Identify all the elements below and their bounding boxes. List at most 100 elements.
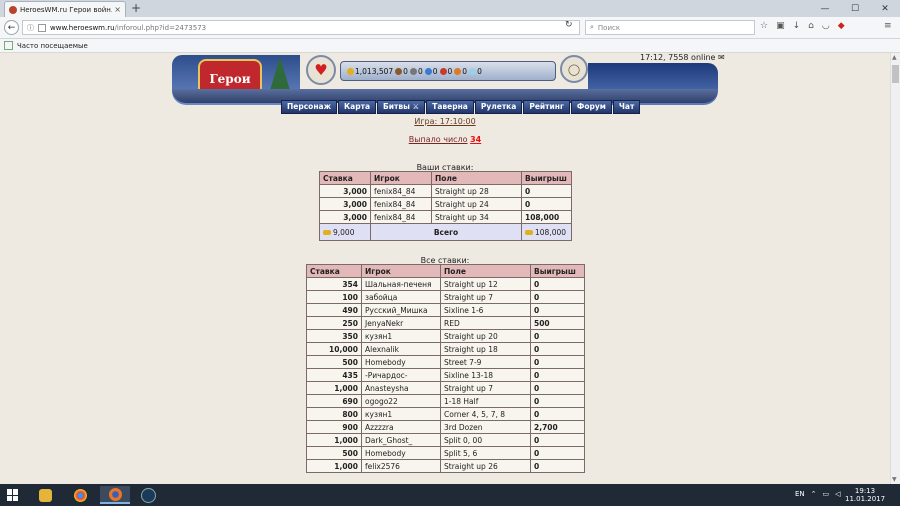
scrollbar-thumb[interactable] bbox=[892, 65, 899, 83]
clock-time: 19:13 bbox=[854, 487, 876, 495]
win-cell: 0 bbox=[521, 184, 572, 198]
table-row: 900 Azzzzra 3rd Dozen 2,700 bbox=[306, 420, 585, 434]
total-stake-cell: 9,000 bbox=[319, 223, 371, 241]
taskbar-chrome[interactable] bbox=[65, 486, 95, 504]
total-stake: 9,000 bbox=[333, 227, 355, 237]
resource-gem: 0 bbox=[477, 66, 482, 76]
player-cell[interactable]: Dark_Ghost_ bbox=[361, 433, 441, 447]
menu-character[interactable]: Персонаж bbox=[281, 100, 338, 114]
bookmark-star-icon[interactable]: ☆ bbox=[760, 21, 768, 31]
table-row: 1,000 felix2576 Straight up 26 0 bbox=[306, 459, 585, 473]
menu-chat[interactable]: Чат bbox=[612, 100, 641, 114]
win-cell: 0 bbox=[530, 381, 585, 395]
back-button[interactable]: ← bbox=[4, 20, 19, 35]
pocket-icon[interactable]: ◡ bbox=[822, 21, 830, 31]
ublock-icon[interactable]: ◆ bbox=[838, 21, 845, 31]
resource-sulfur: 0 bbox=[447, 66, 453, 76]
clipboard-icon[interactable]: ▣ bbox=[776, 21, 785, 31]
tab-title: HeroesWM.ru Герои войн… bbox=[20, 5, 113, 14]
gold-icon bbox=[347, 67, 354, 75]
language-indicator[interactable]: EN bbox=[795, 490, 805, 498]
taskbar-explorer[interactable] bbox=[30, 486, 60, 504]
home-icon[interactable]: ⌂ bbox=[808, 21, 814, 31]
url-bar[interactable]: ⓘ www.heroeswm.ru/inforoul.php?id=247357… bbox=[22, 20, 580, 35]
field-cell: Straight up 18 bbox=[440, 342, 531, 356]
gold-icon bbox=[323, 230, 331, 235]
menu-map[interactable]: Карта bbox=[338, 100, 377, 114]
player-cell[interactable]: felix2576 bbox=[361, 459, 441, 473]
close-tab-icon[interactable]: × bbox=[114, 5, 121, 14]
hamburger-menu-icon[interactable]: ≡ bbox=[884, 21, 892, 31]
scroll-down-icon[interactable]: ▼ bbox=[892, 476, 897, 483]
info-icon[interactable]: ⓘ bbox=[27, 23, 34, 33]
taskbar-steam[interactable] bbox=[133, 486, 163, 504]
close-window-icon[interactable]: ✕ bbox=[870, 0, 900, 17]
taskbar-firefox[interactable] bbox=[100, 486, 130, 504]
table-row: 250 JenyaNekr RED 500 bbox=[306, 316, 585, 330]
search-input[interactable]: ⌕ Поиск bbox=[585, 20, 755, 35]
table-row: 100 забойца Straight up 70 bbox=[306, 290, 585, 304]
clock-date: 11.01.2017 bbox=[845, 495, 886, 503]
field-cell: Straight up 7 bbox=[440, 381, 531, 395]
resource-bar: 1,013,507 0 0 0 0 0 0 bbox=[340, 61, 556, 81]
player-cell[interactable]: ogogo22 bbox=[361, 394, 441, 408]
header-stake: Ставка bbox=[306, 264, 362, 278]
table-row: 1,000 Dark_Ghost_ Split 0, 00 0 bbox=[306, 433, 585, 447]
win-cell: 0 bbox=[530, 446, 585, 460]
stake-cell: 900 bbox=[306, 420, 362, 434]
player-cell[interactable]: -Ричардос- bbox=[361, 368, 441, 382]
windows-start-icon[interactable] bbox=[7, 489, 19, 501]
bookmark-item[interactable]: Часто посещаемые bbox=[17, 42, 88, 50]
player-cell[interactable]: забойца bbox=[361, 290, 441, 304]
table-row: 490 Русский_Мишка Sixline 1-6 0 bbox=[306, 303, 585, 317]
menu-forum[interactable]: Форум bbox=[570, 100, 612, 114]
maximize-icon[interactable]: ☐ bbox=[840, 0, 870, 17]
all-bets-table: Ставка Игрок Поле Выигрыш 354 Шальная-печ… bbox=[306, 264, 585, 473]
ring-icon[interactable]: ◯ bbox=[560, 55, 588, 83]
player-cell[interactable]: Homebody bbox=[361, 446, 441, 460]
header-field: Поле bbox=[431, 171, 522, 185]
minimize-icon[interactable]: — bbox=[810, 0, 840, 17]
header-win: Выигрыш bbox=[530, 264, 585, 278]
online-text: 17:12, 7558 online bbox=[640, 53, 716, 62]
download-icon[interactable]: ↓ bbox=[793, 21, 801, 31]
steam-icon bbox=[140, 487, 156, 503]
reload-icon[interactable]: ↻ bbox=[565, 20, 573, 30]
browser-tab[interactable]: HeroesWM.ru Герои войн… × bbox=[4, 1, 126, 17]
new-tab-button[interactable]: + bbox=[131, 1, 141, 15]
mail-icon[interactable]: ✉ bbox=[718, 53, 725, 62]
player-cell[interactable]: кузян1 bbox=[361, 407, 441, 421]
player-cell[interactable]: Шальная-печеня bbox=[361, 277, 441, 291]
menu-roulette[interactable]: Рулетка bbox=[474, 100, 523, 114]
menu-tavern[interactable]: Таверна bbox=[426, 100, 474, 114]
game-time-link[interactable]: Игра: 17:10:00 bbox=[414, 117, 475, 126]
table-row: 690 ogogo22 1-18 Half 0 bbox=[306, 394, 585, 408]
scroll-up-icon[interactable]: ▲ bbox=[892, 54, 897, 61]
network-icon[interactable]: ▭ bbox=[823, 490, 830, 498]
field-cell: Straight up 26 bbox=[440, 459, 531, 473]
result-number: 34 bbox=[470, 135, 482, 144]
player-cell: fenix84_84 bbox=[370, 184, 432, 198]
all-bets-body: 354 Шальная-печеня Straight up 12 0 100 забой… bbox=[306, 277, 585, 473]
player-cell[interactable]: Homebody bbox=[361, 355, 441, 369]
gem-icon bbox=[469, 67, 477, 75]
win-cell: 0 bbox=[530, 355, 585, 369]
clock[interactable]: 19:13 11.01.2017 bbox=[845, 487, 885, 503]
win-cell: 0 bbox=[530, 368, 585, 382]
menu-battles[interactable]: Битвы ⚔ bbox=[377, 100, 426, 114]
resource-crystal: 0 bbox=[462, 66, 468, 76]
win-cell: 0 bbox=[530, 329, 585, 343]
resource-mercury: 0 bbox=[432, 66, 438, 76]
player-cell[interactable]: кузян1 bbox=[361, 329, 441, 343]
player-cell[interactable]: JenyaNekr bbox=[361, 316, 441, 330]
heart-icon[interactable]: ♥ bbox=[306, 55, 336, 85]
menu-rating[interactable]: Рейтинг bbox=[523, 100, 570, 114]
volume-icon[interactable]: ◁ bbox=[835, 490, 840, 498]
stake-cell: 1,000 bbox=[306, 381, 362, 395]
player-cell[interactable]: Русский_Мишка bbox=[361, 303, 441, 317]
page-scrollbar[interactable]: ▲ ▼ bbox=[890, 53, 900, 484]
player-cell[interactable]: Azzzzra bbox=[361, 420, 441, 434]
chevron-up-icon[interactable]: ⌃ bbox=[811, 490, 817, 498]
player-cell[interactable]: Alexnalik bbox=[361, 342, 441, 356]
player-cell[interactable]: Anasteysha bbox=[361, 381, 441, 395]
